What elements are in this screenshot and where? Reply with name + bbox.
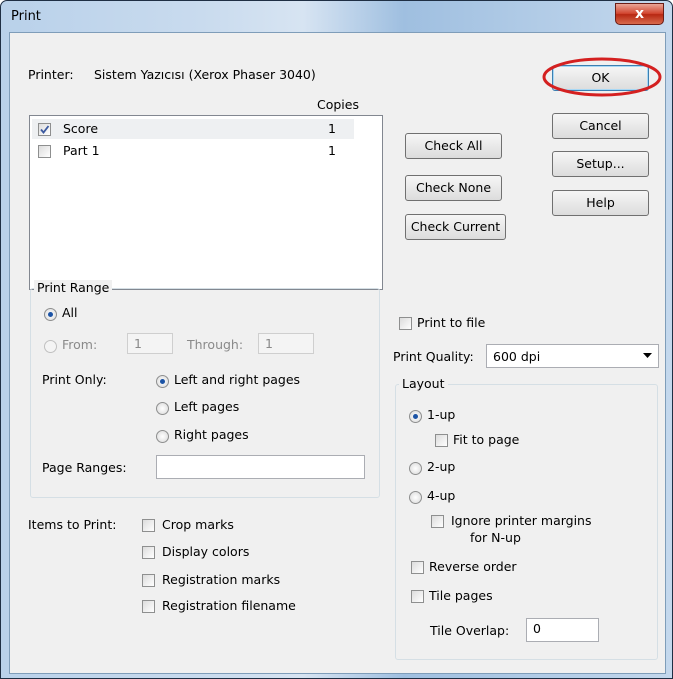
left-right-pages-label: Left and right pages <box>174 372 301 387</box>
ignore-margins-label-2: for N-up <box>470 530 521 545</box>
help-button[interactable]: Help <box>552 190 649 216</box>
printer-label: Printer: <box>28 67 74 82</box>
two-up-radio[interactable] <box>409 462 422 475</box>
check-current-button[interactable]: Check Current <box>405 214 506 240</box>
print-dialog: Print x Printer: Sistem Yazıcısı (Xerox … <box>0 0 673 679</box>
part-copies: 1 <box>328 121 336 136</box>
copies-header: Copies <box>317 97 359 112</box>
four-up-radio[interactable] <box>409 491 422 504</box>
from-field[interactable]: 1 <box>127 333 173 354</box>
parts-list[interactable]: Score 1 Part 1 1 <box>29 115 383 290</box>
list-item[interactable]: Score 1 <box>32 119 354 139</box>
page-ranges-label: Page Ranges: <box>42 460 127 475</box>
one-up-label: 1-up <box>427 407 456 422</box>
tile-pages-label: Tile pages <box>429 588 493 603</box>
printer-name: Sistem Yazıcısı (Xerox Phaser 3040) <box>94 67 316 82</box>
reverse-order-checkbox[interactable] <box>411 561 424 574</box>
print-to-file-checkbox[interactable] <box>399 317 412 330</box>
all-label: All <box>62 305 78 320</box>
check-icon <box>40 125 50 134</box>
cancel-button[interactable]: Cancel <box>552 113 649 139</box>
through-label: Through: <box>187 337 244 352</box>
close-button[interactable]: x <box>615 3 664 25</box>
right-pages-label: Right pages <box>174 427 249 442</box>
tile-pages-checkbox[interactable] <box>411 590 424 603</box>
part-name: Score <box>63 121 99 136</box>
crop-marks-checkbox[interactable] <box>142 519 155 532</box>
close-icon: x <box>634 6 645 22</box>
fit-to-page-checkbox[interactable] <box>435 434 448 447</box>
tile-overlap-label: Tile Overlap: <box>430 623 510 638</box>
list-item[interactable]: Part 1 1 <box>32 141 354 161</box>
print-quality-value: 600 dpi <box>493 349 541 364</box>
dialog-body: Printer: Sistem Yazıcısı (Xerox Phaser 3… <box>9 32 666 674</box>
page-ranges-input[interactable] <box>156 455 365 479</box>
print-only-label: Print Only: <box>42 372 107 387</box>
tile-overlap-input[interactable]: 0 <box>526 618 599 642</box>
ignore-margins-label: Ignore printer margins <box>451 513 592 528</box>
setup-button[interactable]: Setup... <box>552 151 649 177</box>
highlight-ring <box>542 57 662 97</box>
two-up-label: 2-up <box>427 459 456 474</box>
print-range-title: Print Range <box>34 280 113 295</box>
from-label: From: <box>62 337 98 352</box>
print-to-file-label: Print to file <box>417 315 486 330</box>
all-radio[interactable] <box>44 308 57 321</box>
part-name: Part 1 <box>63 143 100 158</box>
display-colors-checkbox[interactable] <box>142 546 155 559</box>
ignore-margins-checkbox[interactable] <box>431 515 444 528</box>
registration-filename-label: Registration filename <box>162 598 296 613</box>
print-quality-select[interactable]: 600 dpi <box>486 344 659 368</box>
from-radio[interactable] <box>44 340 57 353</box>
through-field[interactable]: 1 <box>258 333 314 354</box>
title-bar[interactable]: Print x <box>1 1 672 31</box>
print-quality-label: Print Quality: <box>393 349 474 364</box>
display-colors-label: Display colors <box>162 544 250 559</box>
check-none-button[interactable]: Check None <box>405 175 502 201</box>
items-to-print-label: Items to Print: <box>28 517 117 532</box>
score-checkbox[interactable] <box>38 123 51 136</box>
window-title: Print <box>11 9 41 24</box>
right-pages-radio[interactable] <box>156 430 169 443</box>
part1-checkbox[interactable] <box>38 145 51 158</box>
check-all-button[interactable]: Check All <box>405 133 502 159</box>
left-pages-label: Left pages <box>174 399 240 414</box>
one-up-radio[interactable] <box>409 410 422 423</box>
registration-filename-checkbox[interactable] <box>142 600 155 613</box>
left-right-pages-radio[interactable] <box>156 375 169 388</box>
fit-to-page-label: Fit to page <box>453 432 520 447</box>
reverse-order-label: Reverse order <box>429 559 517 574</box>
four-up-label: 4-up <box>427 488 456 503</box>
chevron-down-icon <box>643 353 652 358</box>
layout-title: Layout <box>399 376 448 391</box>
registration-marks-checkbox[interactable] <box>142 574 155 587</box>
registration-marks-label: Registration marks <box>162 572 281 587</box>
crop-marks-label: Crop marks <box>162 517 234 532</box>
part-copies: 1 <box>328 143 336 158</box>
left-pages-radio[interactable] <box>156 402 169 415</box>
